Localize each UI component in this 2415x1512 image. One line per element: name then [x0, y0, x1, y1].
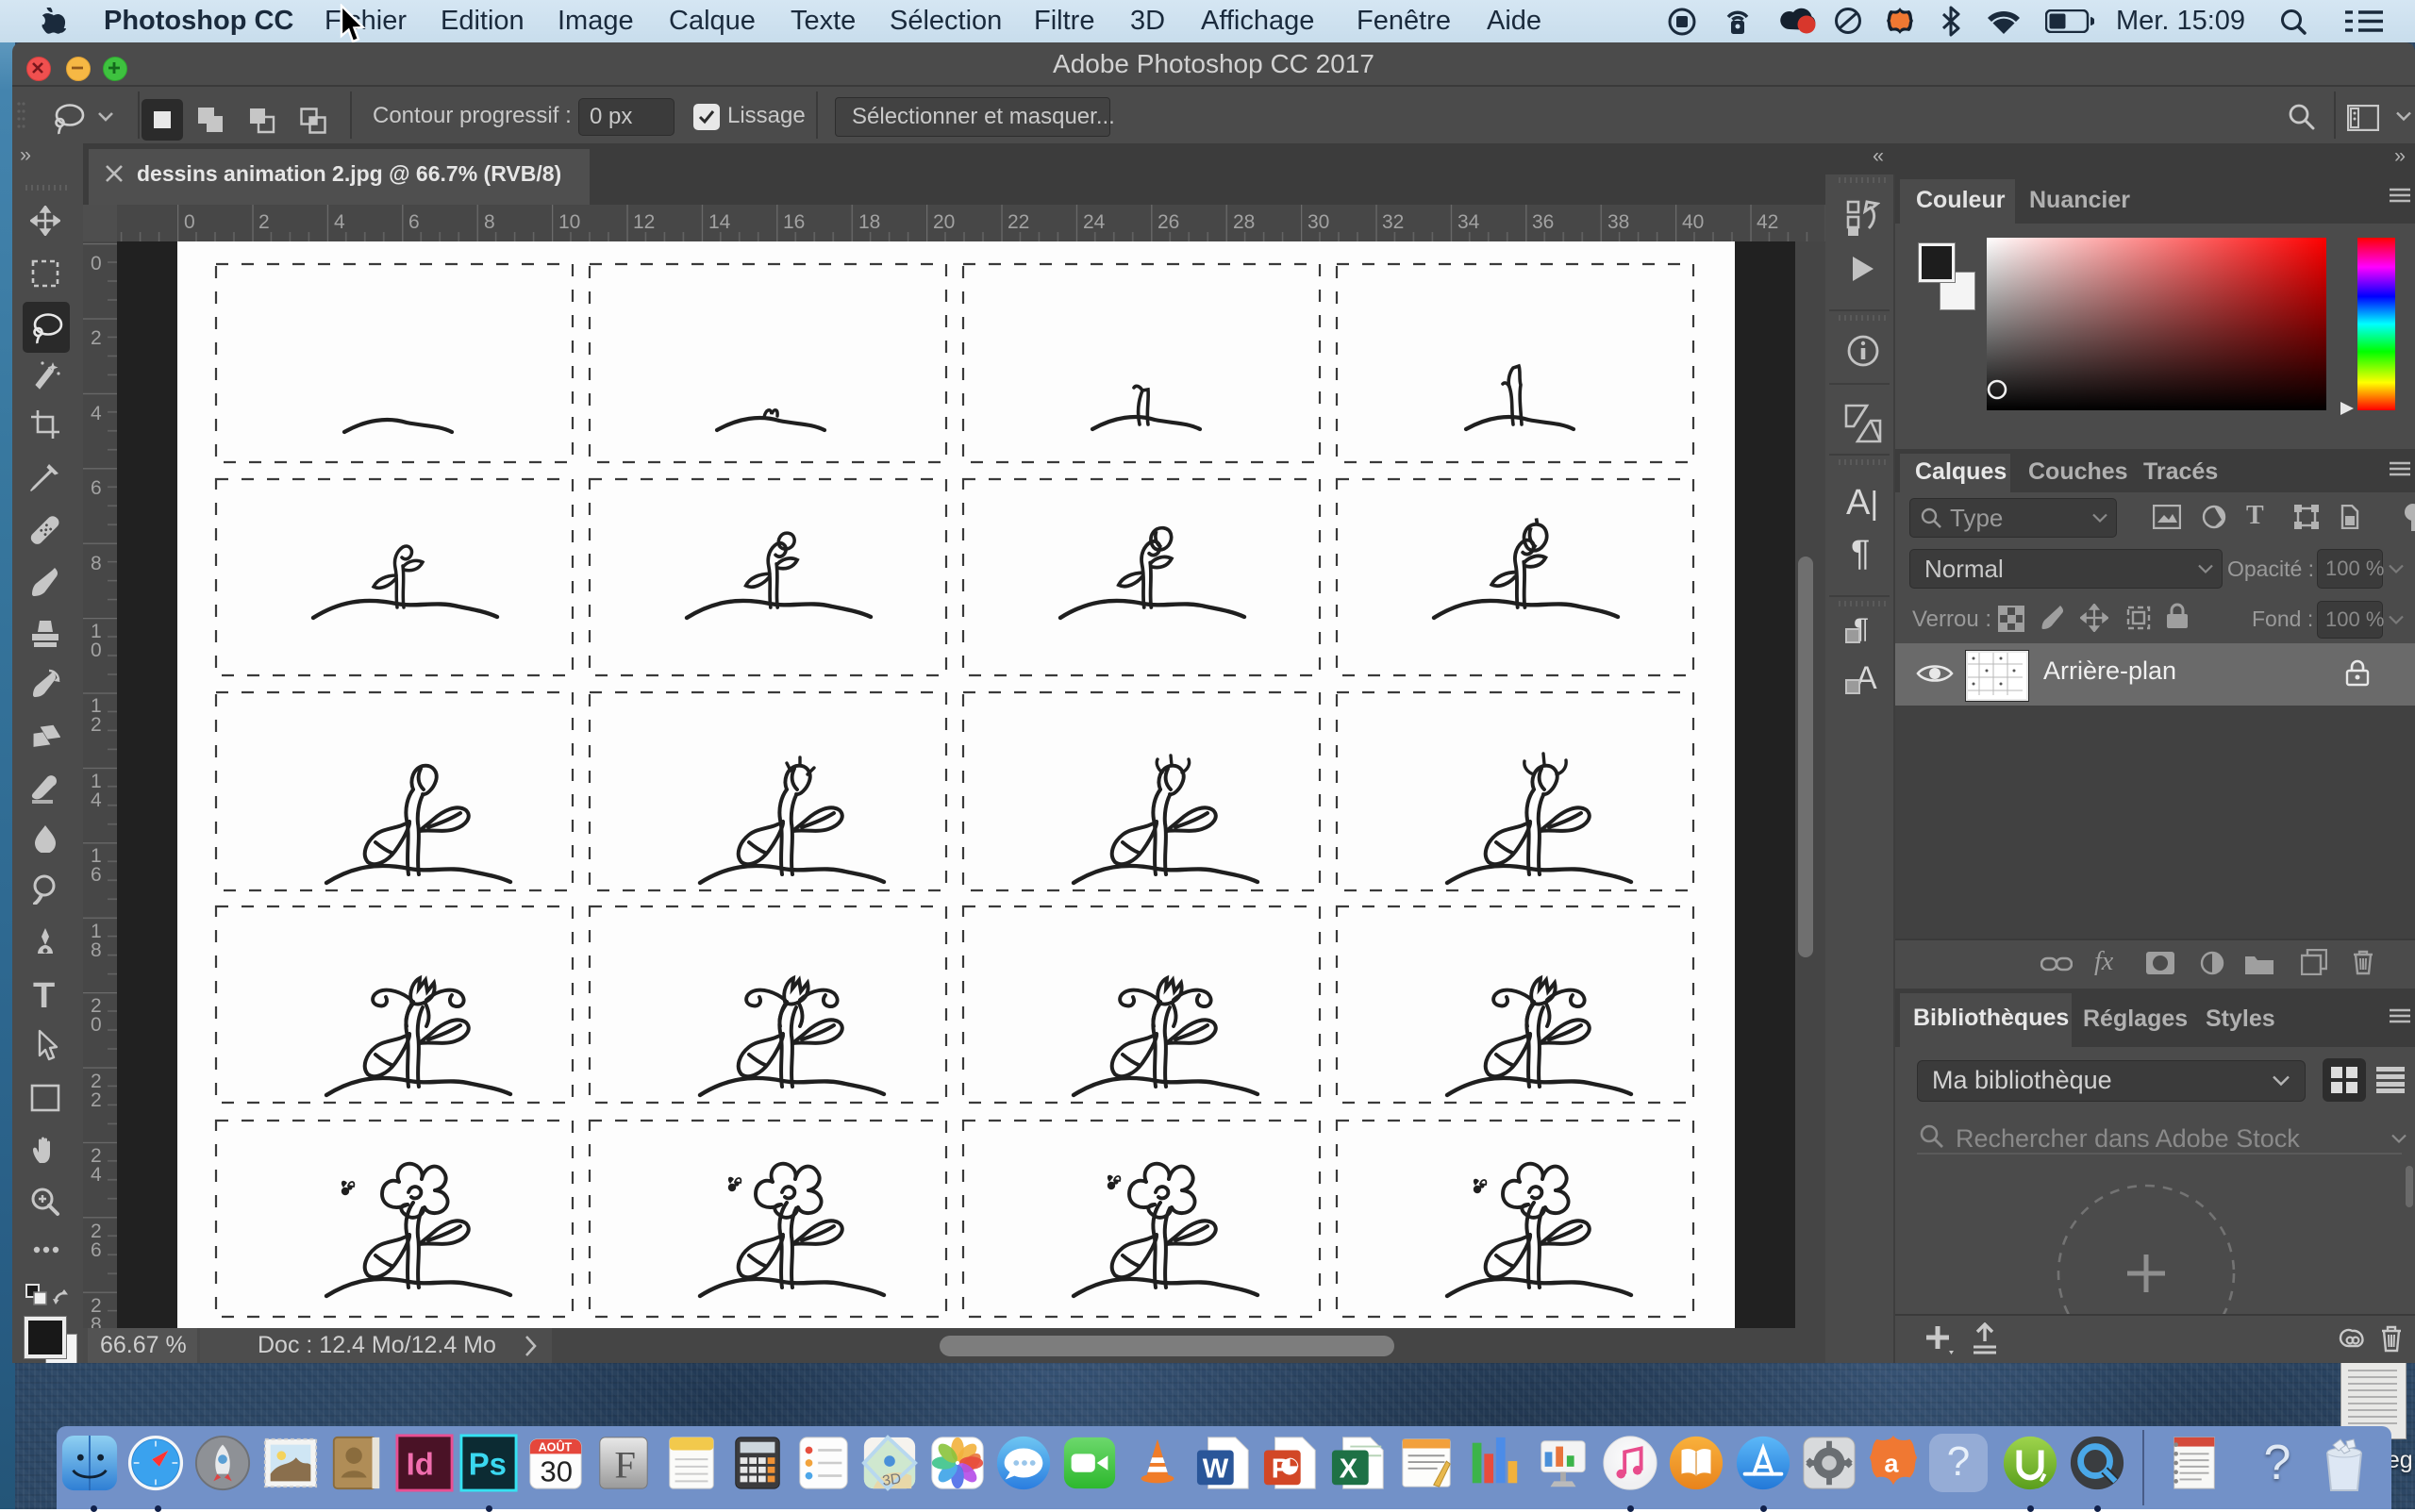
svg-text:2: 2	[258, 211, 270, 233]
svg-text:8: 8	[91, 1314, 102, 1328]
svg-text:30: 30	[1307, 211, 1329, 233]
svg-text:6: 6	[408, 211, 420, 233]
svg-text:W: W	[1203, 1454, 1229, 1485]
svg-text:14: 14	[708, 211, 731, 233]
svg-text:8: 8	[484, 211, 495, 233]
svg-text:6: 6	[91, 864, 102, 886]
svg-text:2: 2	[91, 327, 102, 349]
svg-text:16: 16	[783, 211, 805, 233]
svg-text:30: 30	[541, 1454, 573, 1487]
svg-text:36: 36	[1532, 211, 1554, 233]
svg-text:40: 40	[1682, 211, 1704, 233]
svg-text:26: 26	[1158, 211, 1179, 233]
svg-text:4: 4	[91, 403, 102, 424]
svg-text:4: 4	[334, 211, 345, 233]
svg-text:6: 6	[91, 1239, 102, 1261]
svg-text:0: 0	[91, 253, 102, 274]
svg-text:F: F	[614, 1444, 636, 1487]
svg-text:34: 34	[1457, 211, 1480, 233]
svg-text:X: X	[1340, 1454, 1358, 1485]
svg-text:2: 2	[91, 1089, 102, 1111]
svg-text:12: 12	[633, 211, 655, 233]
svg-text:38: 38	[1607, 211, 1629, 233]
svg-text:42: 42	[1757, 211, 1778, 233]
svg-text:0: 0	[91, 1014, 102, 1036]
svg-text:3D: 3D	[881, 1470, 902, 1489]
svg-text:4: 4	[91, 1164, 102, 1186]
svg-text:Id: Id	[407, 1447, 434, 1482]
svg-text:22: 22	[1008, 211, 1029, 233]
svg-text:8: 8	[91, 939, 102, 961]
svg-text:10: 10	[558, 211, 580, 233]
svg-text:0: 0	[184, 211, 195, 233]
svg-text:Ps: Ps	[469, 1447, 507, 1482]
svg-text:a: a	[1884, 1449, 1899, 1478]
svg-text:28: 28	[1233, 211, 1255, 233]
svg-text:18: 18	[858, 211, 880, 233]
svg-text:2: 2	[91, 714, 102, 736]
svg-text:8: 8	[91, 553, 102, 574]
svg-text:32: 32	[1382, 211, 1404, 233]
svg-text:AOÛT: AOÛT	[539, 1439, 573, 1454]
svg-text:4: 4	[91, 789, 102, 811]
svg-text:6: 6	[91, 477, 102, 499]
svg-text:24: 24	[1083, 211, 1106, 233]
svg-text:0: 0	[91, 640, 102, 661]
svg-text:20: 20	[933, 211, 955, 233]
